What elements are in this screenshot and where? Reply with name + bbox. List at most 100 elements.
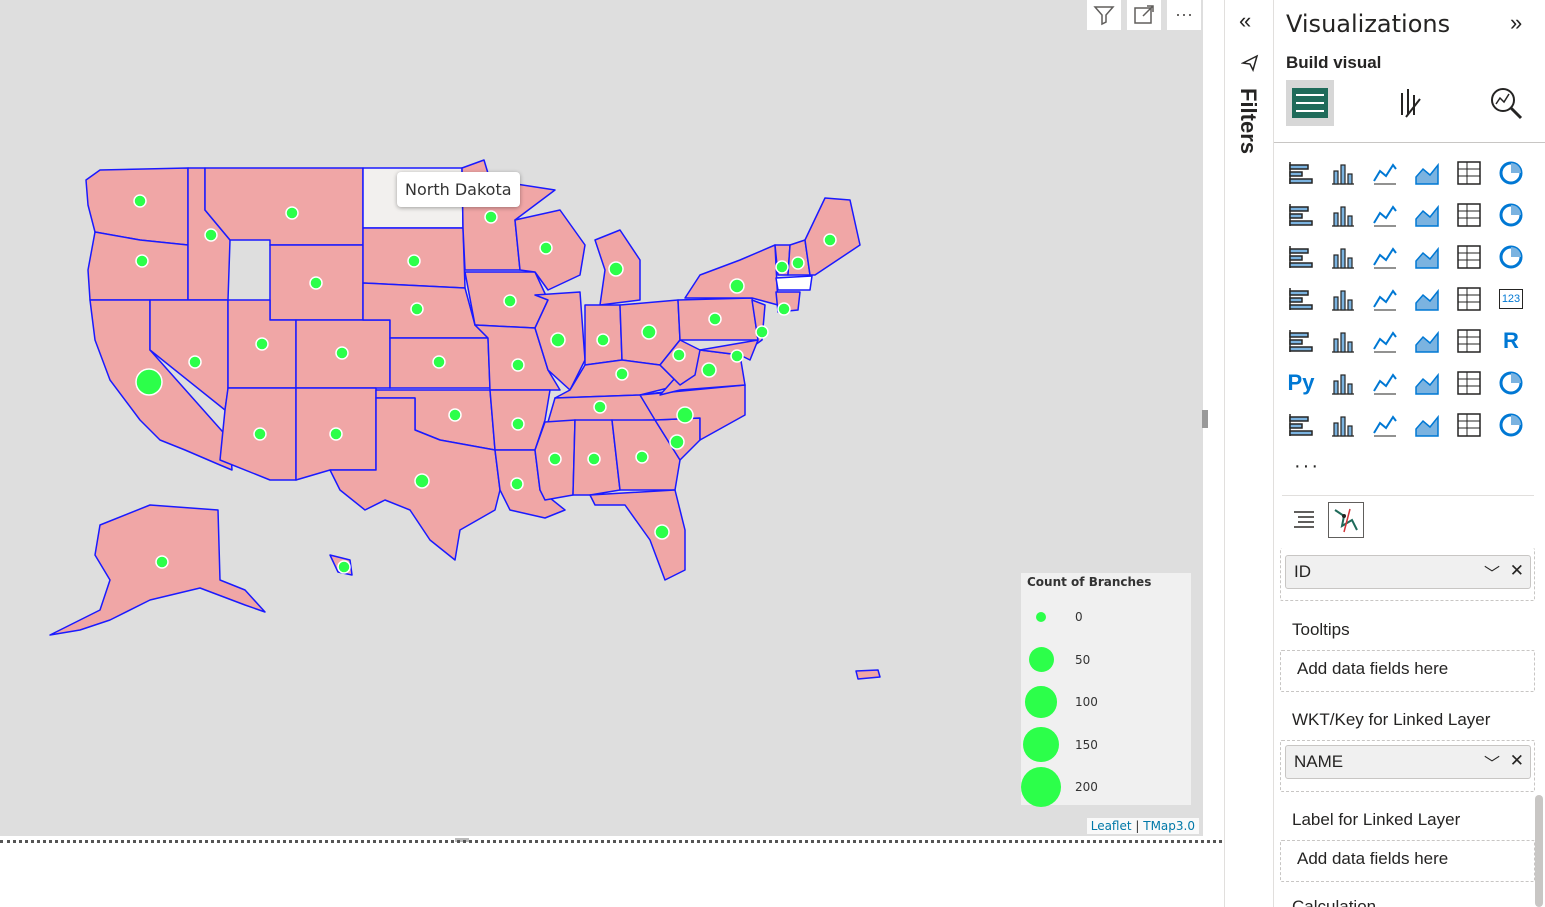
format-visual-icon[interactable] bbox=[1386, 80, 1434, 126]
id-field-pill[interactable]: ID ﹀ ✕ bbox=[1285, 555, 1531, 589]
line-clustered-icon[interactable] bbox=[1496, 200, 1526, 230]
state-alaska[interactable] bbox=[49, 504, 266, 636]
card-icon[interactable]: 123 bbox=[1496, 284, 1526, 314]
branch-bubble[interactable] bbox=[253, 427, 267, 441]
power-apps-2-icon[interactable] bbox=[1454, 410, 1484, 440]
line-column-icon[interactable] bbox=[1454, 200, 1484, 230]
branch-bubble[interactable] bbox=[285, 206, 299, 220]
more-visuals-button[interactable]: ··· bbox=[1294, 455, 1320, 478]
more-chevrons-icon[interactable] bbox=[1496, 410, 1526, 440]
funnel-icon[interactable] bbox=[1370, 242, 1400, 272]
branch-bubble[interactable] bbox=[337, 560, 351, 574]
python-visual-icon[interactable]: Py bbox=[1286, 368, 1316, 398]
close-icon[interactable]: ✕ bbox=[1510, 751, 1524, 771]
branch-bubble[interactable] bbox=[615, 367, 629, 381]
branch-bubble[interactable] bbox=[608, 261, 624, 277]
kpi-icon[interactable] bbox=[1328, 326, 1358, 356]
double-chevron-right-icon[interactable]: » bbox=[1510, 10, 1522, 36]
100-bar-icon[interactable] bbox=[1454, 158, 1484, 188]
qa-icon[interactable] bbox=[1412, 368, 1442, 398]
filter-icon[interactable] bbox=[1087, 0, 1121, 30]
label-linked-layer-well[interactable]: Add data fields here bbox=[1280, 840, 1535, 882]
branch-bubble[interactable] bbox=[135, 368, 163, 396]
branch-bubble[interactable] bbox=[823, 233, 837, 247]
branch-bubble[interactable] bbox=[448, 408, 462, 422]
clustered-bar-icon[interactable] bbox=[1370, 158, 1400, 188]
slicer-icon[interactable] bbox=[1370, 326, 1400, 356]
branch-bubble[interactable] bbox=[133, 194, 147, 208]
100-area-icon[interactable] bbox=[1412, 200, 1442, 230]
azure-map-icon[interactable] bbox=[1412, 284, 1442, 314]
map-visual[interactable]: North Dakota ⋯ Count of Branches 0 50 100 1… bbox=[0, 0, 1203, 836]
treemap-icon[interactable] bbox=[1286, 284, 1316, 314]
scatter-icon[interactable] bbox=[1412, 242, 1442, 272]
branch-bubble[interactable] bbox=[335, 346, 349, 360]
branch-bubble[interactable] bbox=[755, 325, 769, 339]
metrics-icon[interactable] bbox=[1496, 368, 1526, 398]
branch-bubble[interactable] bbox=[635, 450, 649, 464]
arcgis-icon[interactable] bbox=[1412, 410, 1442, 440]
analytics-icon[interactable] bbox=[1482, 80, 1530, 126]
branch-bubble[interactable] bbox=[155, 555, 169, 569]
state-massachusetts[interactable] bbox=[775, 275, 813, 291]
100-column-icon[interactable] bbox=[1496, 158, 1526, 188]
paginated-report-icon[interactable] bbox=[1286, 410, 1316, 440]
branch-bubble[interactable] bbox=[548, 452, 562, 466]
resize-handle-right[interactable] bbox=[1202, 410, 1208, 428]
branch-bubble[interactable] bbox=[701, 362, 717, 378]
branch-bubble[interactable] bbox=[539, 241, 553, 255]
more-options-icon[interactable]: ⋯ bbox=[1167, 0, 1201, 30]
tmap-link[interactable]: TMap3.0 bbox=[1143, 819, 1195, 833]
branch-bubble[interactable] bbox=[135, 254, 149, 268]
line-chart-icon[interactable] bbox=[1286, 200, 1316, 230]
branch-bubble[interactable] bbox=[329, 427, 343, 441]
name-field-pill[interactable]: NAME ﹀ ✕ bbox=[1285, 745, 1531, 779]
state-florida[interactable] bbox=[589, 489, 686, 581]
branch-bubble[interactable] bbox=[484, 210, 498, 224]
build-visual-icon[interactable] bbox=[1286, 80, 1334, 126]
donut-chart-icon[interactable] bbox=[1496, 242, 1526, 272]
branch-bubble[interactable] bbox=[672, 348, 686, 362]
branch-bubble[interactable] bbox=[775, 260, 789, 274]
multi-row-card-icon[interactable] bbox=[1286, 326, 1316, 356]
r-visual-icon[interactable]: R bbox=[1496, 326, 1526, 356]
power-automate-icon[interactable] bbox=[1328, 410, 1358, 440]
waterfall-icon[interactable] bbox=[1328, 242, 1358, 272]
branch-bubble[interactable] bbox=[511, 358, 525, 372]
branch-bubble[interactable] bbox=[587, 452, 601, 466]
close-icon[interactable]: ✕ bbox=[1510, 561, 1524, 581]
filled-map-icon[interactable] bbox=[1370, 284, 1400, 314]
filters-pane-collapsed[interactable]: « Filters bbox=[1224, 0, 1274, 907]
branch-bubble[interactable] bbox=[255, 337, 269, 351]
branch-bubble[interactable] bbox=[641, 324, 657, 340]
state-montana[interactable] bbox=[204, 167, 364, 246]
branch-bubble[interactable] bbox=[550, 332, 566, 348]
leaflet-link[interactable]: Leaflet bbox=[1091, 819, 1132, 833]
branch-bubble[interactable] bbox=[510, 477, 524, 491]
pane-scrollbar[interactable] bbox=[1535, 795, 1543, 907]
gauge-icon[interactable] bbox=[1454, 284, 1484, 314]
tooltips-well[interactable]: Add data fields here bbox=[1280, 650, 1535, 692]
stacked-column-icon[interactable] bbox=[1328, 158, 1358, 188]
branch-bubble[interactable] bbox=[593, 400, 607, 414]
branch-bubble[interactable] bbox=[708, 312, 722, 326]
branch-bubble[interactable] bbox=[729, 278, 745, 294]
branch-bubble[interactable] bbox=[676, 406, 694, 424]
power-apps-icon[interactable] bbox=[1370, 410, 1400, 440]
key-influencers-icon[interactable] bbox=[1328, 368, 1358, 398]
double-chevron-left-icon[interactable]: « bbox=[1239, 8, 1251, 34]
branch-bubble[interactable] bbox=[596, 333, 610, 347]
pie-chart-icon[interactable] bbox=[1454, 242, 1484, 272]
stacked-area-icon[interactable] bbox=[1370, 200, 1400, 230]
branch-bubble[interactable] bbox=[188, 355, 202, 369]
branch-bubble[interactable] bbox=[503, 294, 517, 308]
state-new-york[interactable] bbox=[684, 244, 779, 306]
branch-bubble[interactable] bbox=[410, 302, 424, 316]
branch-bubble[interactable] bbox=[669, 434, 685, 450]
branch-bubble[interactable] bbox=[511, 417, 525, 431]
tmap-visual-icon[interactable] bbox=[1328, 502, 1364, 538]
branch-bubble[interactable] bbox=[414, 473, 430, 489]
matrix-icon[interactable] bbox=[1454, 326, 1484, 356]
fields-list-icon[interactable] bbox=[1286, 502, 1322, 538]
branch-bubble[interactable] bbox=[204, 228, 218, 242]
